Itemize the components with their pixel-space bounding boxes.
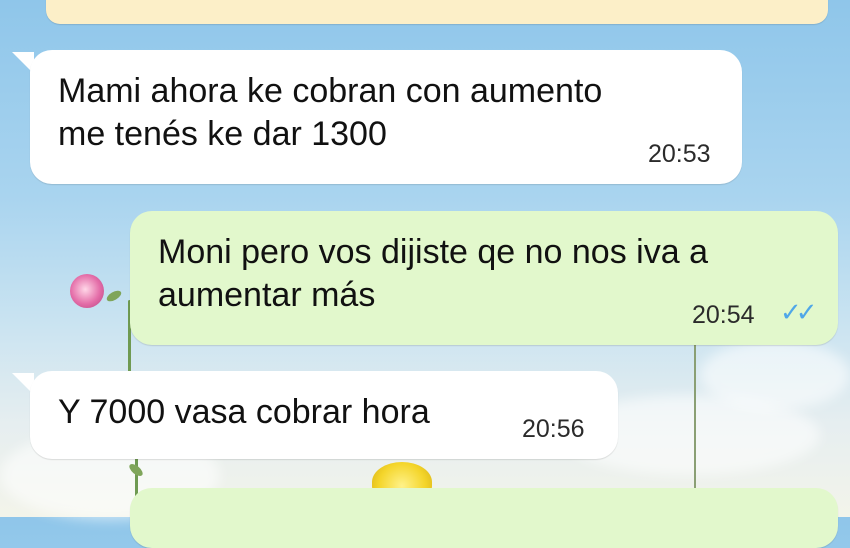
system-banner (46, 0, 828, 24)
pink-flower (70, 274, 104, 308)
message-bubble-incoming[interactable]: Mami ahora ke cobran con aumento me tené… (30, 50, 742, 184)
message-text: Mami ahora ke cobran con aumento me tené… (58, 72, 603, 153)
wallpaper-cloud (700, 340, 850, 410)
message-bubble-outgoing[interactable]: Moni pero vos dijiste qe no nos iva a au… (130, 211, 838, 345)
message-time: 20:56 (522, 415, 585, 443)
message-text: Y 7000 vasa cobrar hora (58, 393, 430, 431)
message-time: 20:54 (692, 301, 755, 329)
message-bubble-outgoing[interactable] (130, 488, 838, 548)
message-bubble-incoming[interactable]: Y 7000 vasa cobrar hora 20:56 (30, 371, 618, 459)
message-text: Moni pero vos dijiste qe no nos iva a au… (158, 233, 708, 314)
leaf (127, 461, 145, 479)
double-check-icon: ✓✓ (780, 297, 817, 327)
leaf (105, 288, 123, 304)
message-time: 20:53 (648, 140, 711, 168)
